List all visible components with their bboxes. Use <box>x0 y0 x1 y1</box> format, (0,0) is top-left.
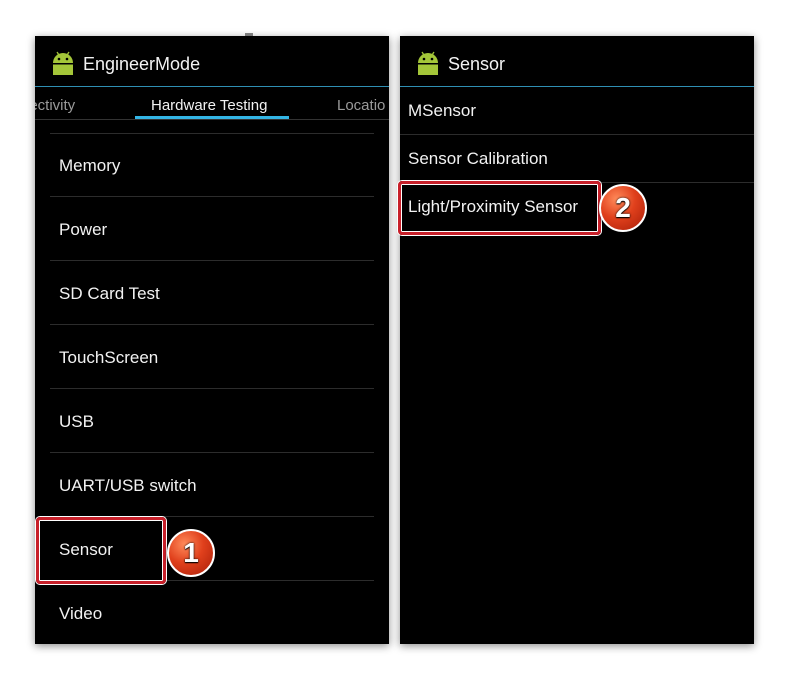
list-item-power[interactable]: Power <box>50 197 374 261</box>
list-item-label: SD Card Test <box>59 284 160 303</box>
list-item-label: Power <box>59 220 108 239</box>
android-icon <box>52 51 74 75</box>
tab-location[interactable]: Locatio <box>337 97 385 114</box>
list-item-sd-card-test[interactable]: SD Card Test <box>50 261 374 325</box>
list-item-label: Sensor Calibration <box>408 149 548 168</box>
screen-title: Sensor <box>448 54 506 74</box>
list-item-label: MSensor <box>408 101 477 120</box>
sensor-screen: Sensor MSensor Sensor Calibration Light/… <box>400 36 754 644</box>
app-title: EngineerMode <box>83 54 201 74</box>
list-item-uart-usb-switch[interactable]: UART/USB switch <box>50 453 374 517</box>
list-item-label: Memory <box>59 156 121 175</box>
list-item-usb[interactable]: USB <box>50 389 374 453</box>
action-bar: EngineerMode <box>35 36 389 86</box>
list-item-label: USB <box>59 412 94 431</box>
list-item-label: Video <box>59 604 103 623</box>
light-proximity-highlight-box <box>398 181 601 235</box>
list-item-touchscreen[interactable]: TouchScreen <box>50 325 374 389</box>
list-item-label: UART/USB switch <box>59 476 197 495</box>
list-item-sensor-calibration[interactable]: Sensor Calibration <box>400 135 754 183</box>
list-item-video[interactable]: Video <box>50 581 374 644</box>
android-icon <box>417 51 439 75</box>
tab-divider <box>35 119 389 120</box>
list-item-memory[interactable]: Memory <box>50 133 374 197</box>
action-bar: Sensor <box>400 36 754 87</box>
step-2-badge: 2 <box>599 184 647 232</box>
sensor-highlight-box <box>36 517 166 584</box>
list-item-msensor[interactable]: MSensor <box>400 87 754 135</box>
tab-connectivity[interactable]: nectivity <box>35 97 75 114</box>
step-1-badge: 1 <box>167 529 215 577</box>
list-item-label: TouchScreen <box>59 348 159 367</box>
tab-hardware-testing[interactable]: Hardware Testing <box>151 97 267 114</box>
